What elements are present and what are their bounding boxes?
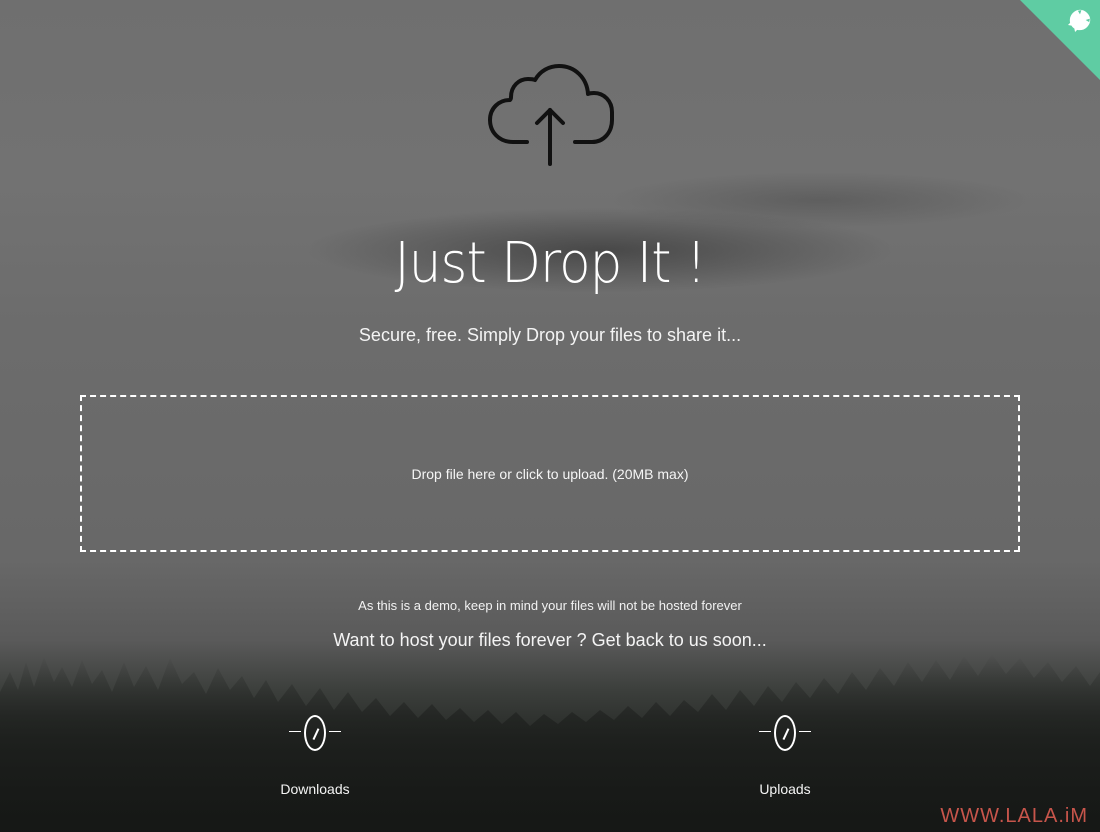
downloads-count-digit	[304, 715, 326, 751]
hosting-notice: Want to host your files forever ? Get ba…	[333, 630, 767, 650]
downloads-label: Downloads	[280, 781, 350, 797]
counter-dash-right	[799, 730, 811, 732]
demo-notice: As this is a demo, keep in mind your fil…	[358, 598, 742, 613]
cloud-upload-icon	[488, 64, 614, 166]
page-subtitle: Secure, free. Simply Drop your files to …	[358, 325, 742, 345]
counter-dash-left	[289, 730, 301, 732]
downloads-counter	[235, 708, 395, 754]
downloads-stat: Downloads	[235, 708, 395, 798]
uploads-label: Uploads	[759, 781, 811, 797]
page-title-text: Just Drop It !	[394, 231, 706, 296]
uploads-stat: Uploads	[705, 708, 865, 798]
uploads-count-digit	[774, 715, 796, 751]
forest-silhouette	[0, 654, 1100, 832]
file-dropzone[interactable]: Drop file here or click to upload. (20MB…	[80, 395, 1020, 552]
dropzone-label: Drop file here or click to upload. (20MB…	[411, 466, 689, 482]
watermark-text: WWW.LALA.iM	[940, 805, 1088, 827]
github-corner-link[interactable]	[1020, 0, 1100, 80]
counter-dash-left	[759, 730, 771, 732]
uploads-counter	[705, 708, 865, 754]
counter-dash-right	[329, 730, 341, 732]
github-cat-icon	[1020, 0, 1100, 80]
page-title: Just Drop It !	[0, 228, 1100, 300]
